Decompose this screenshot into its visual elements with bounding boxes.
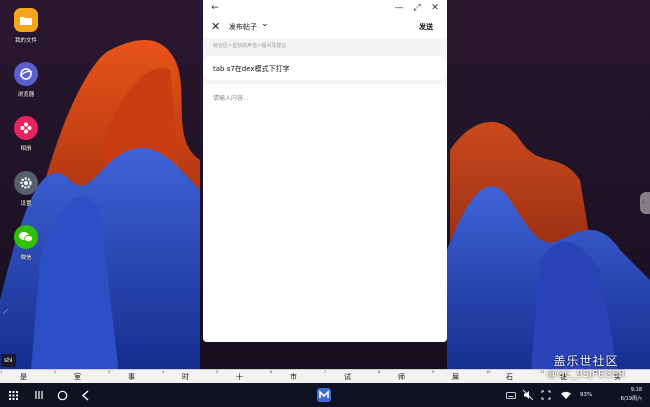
candidate-word: 屎 <box>452 373 459 381</box>
ime-candidate[interactable]: 2室 <box>54 370 100 384</box>
chevron-down-icon[interactable]: ⌄ <box>261 19 269 29</box>
desktop-icon-browser[interactable]: 浏览器 <box>12 62 40 98</box>
candidate-number: 7 <box>324 370 327 374</box>
desktop-icon-label: 设置 <box>20 201 32 207</box>
candidate-word: 是 <box>20 373 27 381</box>
editor-header: ✕ 发布帖子 ⌄ 发送 <box>203 16 447 38</box>
post-content-placeholder: 请输入内容... <box>213 95 249 102</box>
back-icon[interactable] <box>78 387 92 403</box>
ime-candidate[interactable]: 5十 <box>216 370 262 384</box>
minimize-icon[interactable]: — <box>393 2 405 14</box>
gallery-icon <box>14 116 38 140</box>
candidate-word: 市 <box>290 373 297 381</box>
breadcrumb[interactable]: 综合区>星粉的声音>提问及建议 <box>213 42 286 49</box>
edge-panel-handle[interactable]: ‹ <box>640 192 650 214</box>
apps-icon[interactable] <box>6 387 20 403</box>
pen-icon[interactable]: ⟋ <box>3 308 12 317</box>
keyboard-icon[interactable] <box>505 387 517 403</box>
chevron-left-icon: ‹ <box>642 198 645 206</box>
ime-candidate[interactable]: 6市 <box>270 370 316 384</box>
candidate-word: 师 <box>398 373 405 381</box>
ime-candidate[interactable]: 1是 <box>0 370 46 384</box>
watermark-title: 盖乐世社区 <box>553 354 619 368</box>
close-icon[interactable]: ✕ <box>211 20 220 33</box>
desktop-icon-label: 相册 <box>20 146 32 152</box>
ime-candidate[interactable]: 3事 <box>108 370 154 384</box>
wechat-icon <box>14 225 38 249</box>
recents-icon[interactable] <box>32 387 46 403</box>
page-title[interactable]: 发布帖子 <box>229 22 257 32</box>
gear-icon <box>14 171 38 195</box>
candidate-word: 事 <box>128 373 135 381</box>
candidate-word: 时 <box>182 373 189 381</box>
candidate-number: 8 <box>378 370 381 374</box>
window-close-icon[interactable]: ✕ <box>429 2 441 14</box>
desktop-icon-label: 浏览器 <box>17 92 35 98</box>
candidate-number: 3 <box>108 370 111 374</box>
post-title-field[interactable]: tab s7在dex模式下打字 <box>203 56 447 80</box>
ime-composition-text: shi <box>4 357 13 364</box>
folder-icon <box>14 8 38 32</box>
post-editor-window: ← — ⤢ ✕ ✕ 发布帖子 ⌄ 发送 综合区>星粉的声音>提问及建议 tab … <box>203 0 447 342</box>
ime-candidate[interactable]: 9屎 <box>432 370 478 384</box>
ime-candidate[interactable]: 10 石 <box>486 370 532 384</box>
ime-composition: shi <box>1 354 16 367</box>
back-arrow-icon[interactable]: ← <box>209 2 221 14</box>
watermark-handle: @GC_9SJPEGSR <box>546 369 626 380</box>
post-title-value: tab s7在dex模式下打字 <box>213 65 290 73</box>
desktop-icon-wechat[interactable]: 微信 <box>12 225 40 261</box>
post-content-field[interactable]: 请输入内容... <box>203 84 447 342</box>
send-button[interactable]: 发送 <box>419 22 433 32</box>
watermark: 盖乐世社区 @GC_9SJPEGSR <box>530 352 642 398</box>
candidate-number: 10 <box>486 370 491 374</box>
ime-candidate[interactable]: 7试 <box>324 370 370 384</box>
candidate-word: 试 <box>344 373 351 381</box>
desktop-icon-label: 微信 <box>20 255 32 261</box>
ime-candidate[interactable]: 4时 <box>162 370 208 384</box>
candidate-number: 5 <box>216 370 219 374</box>
candidate-word: 石 <box>506 373 513 381</box>
app-running-icon[interactable] <box>316 387 332 403</box>
candidate-number: 2 <box>54 370 57 374</box>
candidate-number: 6 <box>270 370 273 374</box>
browser-icon <box>14 62 38 86</box>
ime-candidate[interactable]: 8师 <box>378 370 424 384</box>
desktop-icon-label: 我的文件 <box>14 38 37 44</box>
window-titlebar[interactable]: ← — ⤢ ✕ <box>203 0 447 16</box>
desktop-icon-gallery[interactable]: 相册 <box>12 116 40 152</box>
maximize-icon[interactable]: ⤢ <box>411 2 423 14</box>
desktop-icon-my-files[interactable]: 我的文件 <box>12 8 40 44</box>
desktop-icon-settings[interactable]: 设置 <box>12 171 40 207</box>
candidate-number: 4 <box>162 370 165 374</box>
candidate-number: 9 <box>432 370 435 374</box>
candidate-word: 十 <box>236 373 243 381</box>
candidate-word: 室 <box>74 373 81 381</box>
candidate-number: 1 <box>0 370 3 374</box>
home-icon[interactable] <box>55 387 69 403</box>
